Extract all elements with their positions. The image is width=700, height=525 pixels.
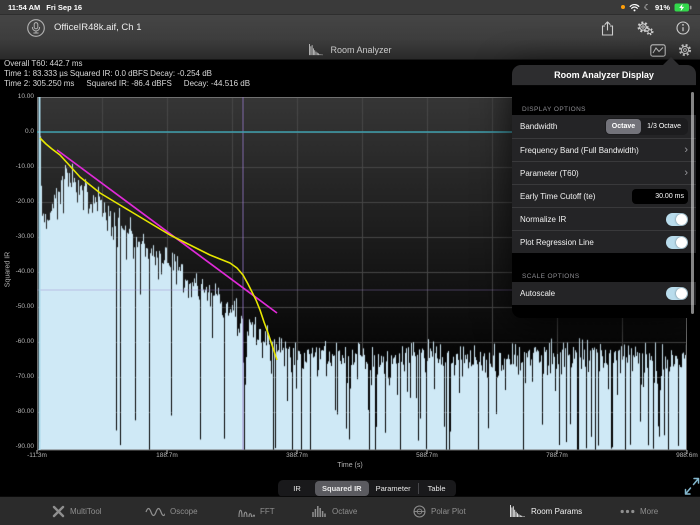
y-tick-label: -30.00 bbox=[2, 233, 34, 240]
hotspot-indicator-icon bbox=[621, 5, 625, 9]
toolbar-item-oscope[interactable]: Oscope bbox=[145, 497, 198, 525]
tab-table[interactable]: Table bbox=[419, 481, 455, 496]
normalize-ir-label: Normalize IR bbox=[520, 215, 666, 224]
plot-regression-toggle[interactable] bbox=[666, 236, 688, 249]
document-title: OfficeIR48k.aif, Ch 1 bbox=[54, 22, 141, 33]
toolbar-item-fft[interactable]: FFT bbox=[238, 497, 275, 525]
overall-t60-readout: Overall T60: 442.7 ms bbox=[4, 59, 250, 69]
toolbar-item-room-params[interactable]: Room Params bbox=[509, 497, 582, 525]
autoscale-label: Autoscale bbox=[520, 289, 666, 298]
scale-options-header: SCALE OPTIONS bbox=[512, 266, 696, 282]
title-bar: OfficeIR48k.aif, Ch 1 bbox=[0, 14, 700, 40]
fft-icon bbox=[238, 506, 255, 518]
battery-icon bbox=[674, 3, 692, 12]
bandwidth-label: Bandwidth bbox=[520, 122, 605, 131]
analyzer-title: Room Analyzer bbox=[330, 45, 391, 55]
bandwidth-segmented-control: Octave 1/3 Octave bbox=[605, 118, 688, 135]
oscope-icon bbox=[145, 506, 165, 518]
plot-regression-row: Plot Regression Line bbox=[512, 230, 696, 253]
info-icon[interactable] bbox=[676, 21, 690, 35]
expand-plot-icon[interactable] bbox=[683, 472, 700, 496]
settings-gears-icon[interactable] bbox=[636, 21, 654, 36]
app-screen: 11:54 AM Fri Sep 16 ☾ 91% OfficeIR48k.ai… bbox=[0, 0, 700, 525]
chevron-right-icon: › bbox=[684, 145, 688, 156]
toolbar-item-label: Polar Plot bbox=[431, 507, 466, 516]
toolbar-item-octave[interactable]: Octave bbox=[311, 497, 357, 525]
time2-readout: Time 2: 305.250 msSquared IR: -86.4 dBFS… bbox=[4, 79, 250, 89]
status-time: 11:54 AM bbox=[8, 3, 40, 12]
early-time-cutoff-field[interactable]: 30.00 ms bbox=[632, 189, 688, 204]
plot-display-toggle-icon[interactable] bbox=[650, 44, 666, 57]
toolbar-item-label: Oscope bbox=[170, 507, 198, 516]
multitool-icon bbox=[52, 505, 65, 518]
dnd-moon-icon: ☾ bbox=[644, 3, 651, 12]
microphone-icon[interactable] bbox=[26, 18, 46, 38]
early-time-cutoff-row: Early Time Cutoff (te) 30.00 ms bbox=[512, 184, 696, 207]
status-bar: 11:54 AM Fri Sep 16 ☾ 91% bbox=[0, 0, 700, 14]
toolbar-item-label: MultiTool bbox=[70, 507, 102, 516]
octave-icon bbox=[311, 505, 327, 518]
autoscale-row: Autoscale bbox=[512, 282, 696, 305]
early-time-cutoff-label: Early Time Cutoff (te) bbox=[520, 192, 632, 201]
chevron-right-icon: › bbox=[684, 168, 688, 179]
frequency-band-label: Frequency Band (Full Bandwidth) bbox=[520, 146, 680, 155]
wifi-icon bbox=[629, 3, 640, 12]
x-tick-label: 588.7m bbox=[416, 452, 438, 459]
toolbar-item-multitool[interactable]: MultiTool bbox=[52, 497, 102, 525]
x-axis-title: Time (s) bbox=[0, 462, 700, 469]
battery-percent: 91% bbox=[655, 3, 670, 12]
analyzer-settings-gear-icon[interactable] bbox=[678, 43, 692, 57]
x-tick-label: 388.7m bbox=[286, 452, 308, 459]
y-tick-label: -70.00 bbox=[2, 373, 34, 380]
display-options-header: DISPLAY OPTIONS bbox=[512, 99, 696, 115]
frequency-band-row[interactable]: Frequency Band (Full Bandwidth) › bbox=[512, 138, 696, 161]
bandwidth-third-octave-option[interactable]: 1/3 Octave bbox=[641, 119, 687, 134]
toolbar-item-label: Room Params bbox=[531, 507, 582, 516]
bandwidth-octave-option[interactable]: Octave bbox=[606, 119, 641, 134]
toolbar-item-label: More bbox=[640, 507, 658, 516]
y-tick-label: -50.00 bbox=[2, 303, 34, 310]
more-icon bbox=[620, 509, 635, 514]
toolbar-item-polar-plot[interactable]: Polar Plot bbox=[413, 497, 466, 525]
toolbar-item-label: FFT bbox=[260, 507, 275, 516]
status-date: Fri Sep 16 bbox=[46, 3, 82, 12]
decay-waveform-icon bbox=[308, 44, 324, 56]
tab-ir[interactable]: IR bbox=[279, 481, 315, 496]
normalize-ir-toggle[interactable] bbox=[666, 213, 688, 226]
y-tick-label: -60.00 bbox=[2, 338, 34, 345]
y-tick-label: 10.00 bbox=[2, 93, 34, 100]
y-axis-title: Squared IR bbox=[5, 240, 12, 300]
view-mode-tabs: IRSquared IRParameterTable bbox=[278, 480, 456, 497]
time1-readout: Time 1: 83.333 µsSquared IR: 0.0 dBFSDec… bbox=[4, 69, 250, 79]
room-params-icon bbox=[509, 505, 526, 518]
bottom-toolbar: MultiTool Oscope FFT Octave Polar Plot Room P… bbox=[0, 496, 700, 525]
plot-regression-label: Plot Regression Line bbox=[520, 238, 666, 247]
popover-title: Room Analyzer Display bbox=[512, 65, 696, 86]
bandwidth-row: Bandwidth Octave 1/3 Octave bbox=[512, 115, 696, 138]
y-tick-label: 0.0 bbox=[2, 128, 34, 135]
popover-scroll-indicator[interactable] bbox=[691, 92, 694, 314]
share-icon[interactable] bbox=[601, 21, 614, 36]
measurement-readout: Overall T60: 442.7 ms Time 1: 83.333 µsS… bbox=[4, 59, 250, 89]
tab-parameter[interactable]: Parameter bbox=[369, 481, 418, 496]
y-tick-label: -80.00 bbox=[2, 408, 34, 415]
normalize-ir-row: Normalize IR bbox=[512, 207, 696, 230]
x-tick-label: -11.3m bbox=[27, 452, 47, 459]
room-analyzer-display-popover: Room Analyzer Display DISPLAY OPTIONS Ba… bbox=[512, 57, 696, 318]
x-tick-label: 188.7m bbox=[156, 452, 178, 459]
y-tick-label: -20.00 bbox=[2, 198, 34, 205]
tab-squared-ir[interactable]: Squared IR bbox=[315, 481, 369, 496]
toolbar-item-label: Octave bbox=[332, 507, 357, 516]
x-tick-label: 788.7m bbox=[546, 452, 568, 459]
x-tick-label: 988.6m bbox=[676, 452, 698, 459]
polar-plot-icon bbox=[413, 505, 426, 518]
y-tick-label: -10.00 bbox=[2, 163, 34, 170]
y-tick-label: -90.00 bbox=[2, 443, 34, 450]
autoscale-toggle[interactable] bbox=[666, 287, 688, 300]
parameter-label: Parameter (T60) bbox=[520, 169, 680, 178]
toolbar-item-more[interactable]: More bbox=[620, 497, 658, 525]
parameter-row[interactable]: Parameter (T60) › bbox=[512, 161, 696, 184]
